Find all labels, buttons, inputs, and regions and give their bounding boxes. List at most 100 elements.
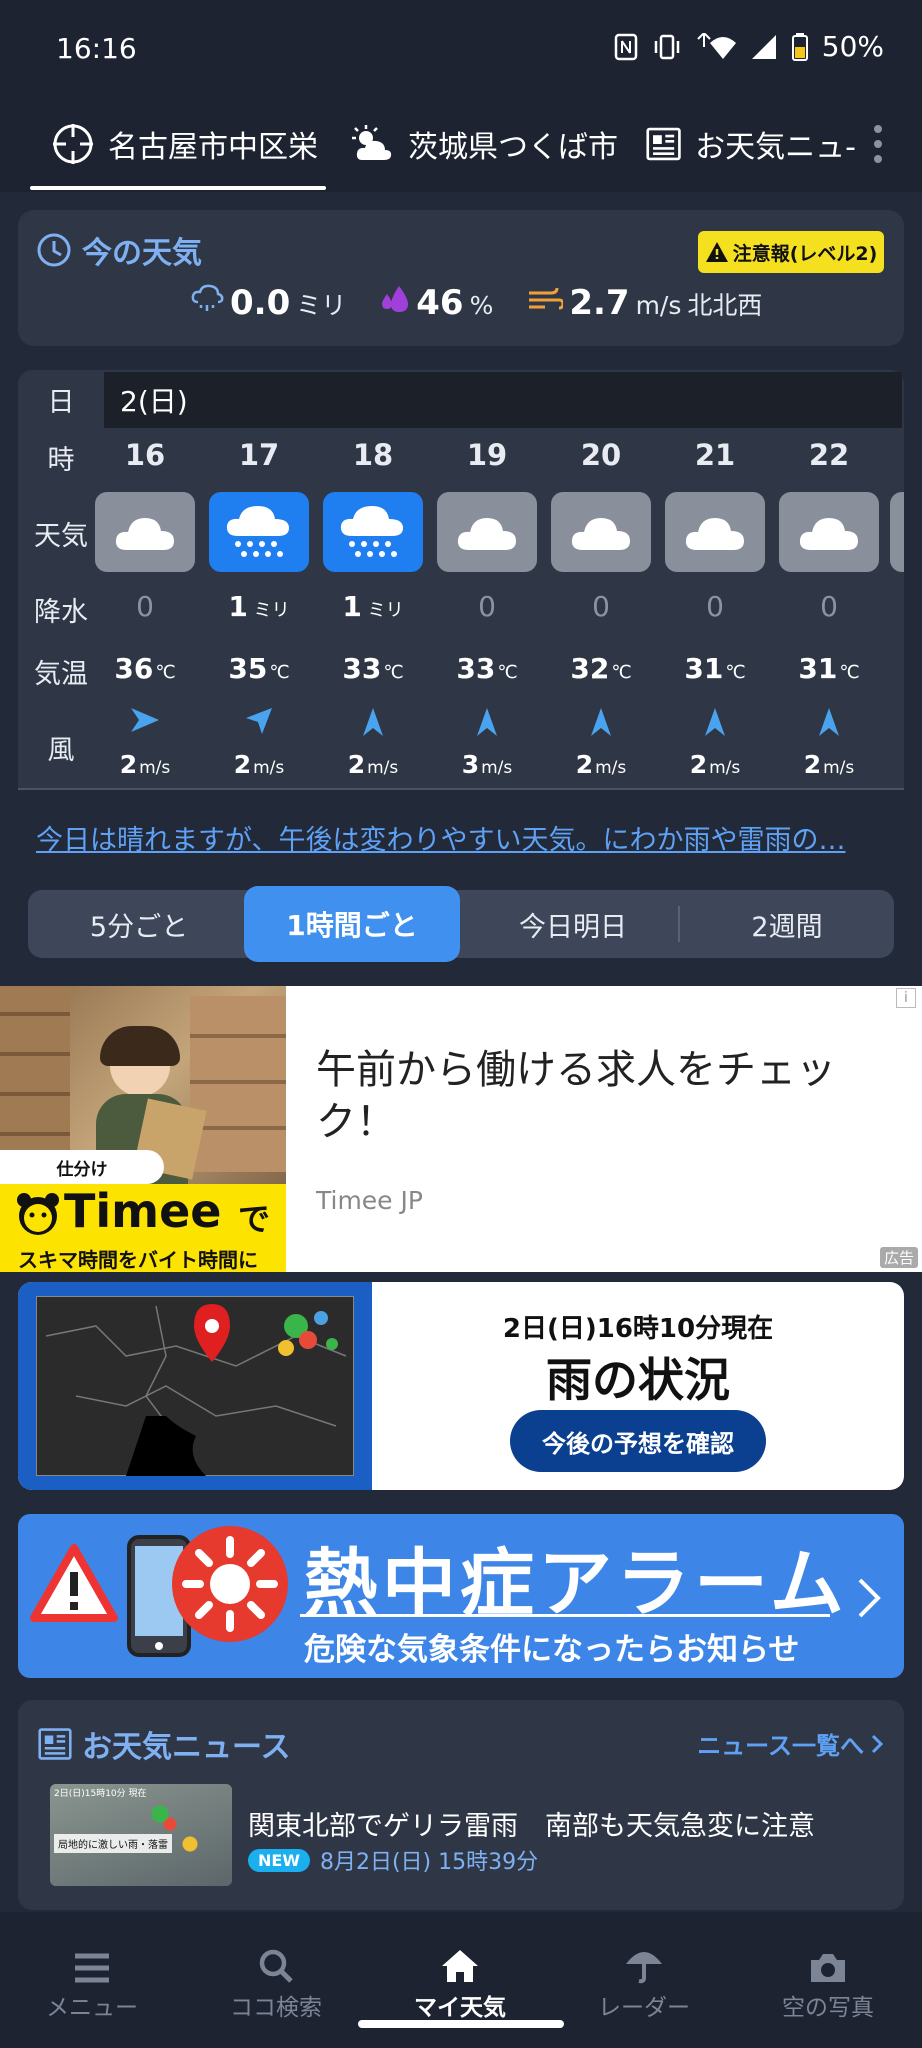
ad-image: 仕分け Timee で スキマ時間をバイト時間に xyxy=(0,986,286,1272)
segment-2weeks[interactable]: 2週間 xyxy=(680,890,894,958)
temp-value: 33 xyxy=(342,652,382,685)
ad-title: 午前から働ける求人をチェック！ xyxy=(316,1047,836,1145)
temp-value: 36 xyxy=(114,652,154,685)
humidity-value: 46 xyxy=(416,282,464,323)
temp-unit: ℃ xyxy=(497,662,518,683)
wind-value: 2.7 xyxy=(569,282,630,323)
hour-label: 17 xyxy=(202,438,316,472)
precip-value: 0 xyxy=(820,590,838,623)
wind-speed-cell: 2 m/s xyxy=(88,750,202,779)
cloudy-weather-icon[interactable] xyxy=(437,492,537,572)
temp-value: 32 xyxy=(570,652,610,685)
tab-label: 名古屋市中区栄 xyxy=(108,130,318,165)
temp-cell: 31 ℃ xyxy=(658,652,772,685)
wind-speed-value: 2 xyxy=(689,750,708,779)
wind-arrow-north-icon xyxy=(475,708,499,742)
ad-tagline: スキマ時間をバイト時間に xyxy=(18,1248,258,1272)
tab-nagoya[interactable]: 名古屋市中区栄 xyxy=(52,96,318,192)
precip-unit: ミリ xyxy=(361,600,404,621)
wind-direction-cell xyxy=(544,706,658,742)
temp-value: 31 xyxy=(798,652,838,685)
ad-source: Timee JP xyxy=(316,1186,423,1215)
precip-cell: 1 ミリ xyxy=(316,590,430,623)
rain-weather-icon[interactable] xyxy=(323,492,423,572)
ad-banner[interactable]: 仕分け Timee で スキマ時間をバイト時間に 午前から働ける求人をチェック！… xyxy=(0,986,922,1272)
news-title: お天気ニュース xyxy=(82,1730,291,1765)
wind-arrow-east-icon xyxy=(129,708,161,738)
heatstroke-alarm-banner[interactable]: 熱中症アラーム 危険な気象条件になったらお知らせ xyxy=(18,1514,904,1678)
hour-label: 21 xyxy=(658,438,772,472)
active-tab-indicator xyxy=(30,186,326,190)
cloudy-weather-icon[interactable] xyxy=(95,492,195,572)
hour-label: 16 xyxy=(88,438,202,472)
wind-speed-value: 2 xyxy=(233,750,252,779)
nav-my-weather[interactable]: マイ天気 xyxy=(368,1912,552,2022)
current-wind: 2.7 m/s 北北西 xyxy=(527,283,762,323)
wind-direction-cell xyxy=(658,706,772,742)
new-badge: NEW xyxy=(248,1848,310,1872)
rain-radar-map xyxy=(36,1296,354,1476)
warning-icon xyxy=(705,242,728,262)
news-more-link[interactable]: ニュース一覧へ xyxy=(697,1726,884,1761)
precip-value: 0 xyxy=(592,590,610,623)
nav-menu[interactable]: メニュー xyxy=(0,1912,184,2022)
news-headline[interactable]: 関東北部でゲリラ雷雨 南部も天気急変に注意 xyxy=(248,1804,888,1843)
nav-radar[interactable]: レーダー xyxy=(552,1912,736,2022)
wind-speed-unit: m/s xyxy=(595,758,627,778)
cloudy-weather-icon[interactable] xyxy=(551,492,651,572)
rain-map-panel xyxy=(18,1282,372,1490)
rain-weather-icon[interactable] xyxy=(209,492,309,572)
camera-icon xyxy=(811,1954,845,1982)
partly-cloudy-icon xyxy=(352,125,392,160)
heat-subtitle: 危険な気象条件になったらお知らせ xyxy=(304,1632,800,1668)
temp-cell: 32 ℃ xyxy=(544,652,658,685)
nav-search[interactable]: ココ検索 xyxy=(184,1912,368,2022)
nav-label: メニュー xyxy=(46,1995,138,2021)
rain-status-card[interactable]: 2日(日)16時10分現在 雨の状況 今後の予想を確認 xyxy=(18,1282,904,1490)
segment-1hour[interactable]: 1時間ごと xyxy=(244,886,460,962)
status-icons: 50% xyxy=(614,30,884,63)
precip-unit: ミリ xyxy=(296,291,347,320)
cloudy-weather-icon[interactable] xyxy=(665,492,765,572)
status-bar: 16:16 50% xyxy=(0,0,922,96)
nfc-icon xyxy=(614,33,638,60)
wind-arrow-north-icon xyxy=(361,708,385,742)
ad-brand: Timee xyxy=(64,1184,222,1238)
heat-divider xyxy=(300,1614,830,1617)
wind-speed-unit: m/s xyxy=(823,758,855,778)
hour-label: 20 xyxy=(544,438,658,472)
alert-badge[interactable]: 注意報(レベル2) xyxy=(698,231,884,273)
temp-unit: ℃ xyxy=(725,662,746,683)
segment-5min[interactable]: 5分ごと xyxy=(28,890,250,958)
forecast-check-button[interactable]: 今後の予想を確認 xyxy=(510,1410,766,1472)
hour-value: 21 xyxy=(694,438,736,472)
wind-direction-cell xyxy=(772,706,886,742)
ad-tag: 仕分け xyxy=(0,1150,164,1184)
precip-unit: ミリ xyxy=(247,600,290,621)
rain-title: 雨の状況 xyxy=(546,1353,730,1407)
wifi-icon xyxy=(697,32,736,59)
temp-unit: ℃ xyxy=(839,662,860,683)
temp-cell: 35 ℃ xyxy=(202,652,316,685)
umbrella-icon xyxy=(626,1952,662,1984)
hour-value: 17 xyxy=(238,438,280,472)
hour-value: 20 xyxy=(580,438,622,472)
segment-today-tomorrow[interactable]: 今日明日 xyxy=(466,890,680,958)
cloudy-weather-icon[interactable] xyxy=(779,492,879,572)
news-thumbnail[interactable]: 2日(日)15時10分 現在 局地的に激しい雨・落雷 xyxy=(50,1784,232,1886)
overflow-menu-icon[interactable] xyxy=(872,124,884,164)
search-icon xyxy=(259,1949,293,1983)
temp-cell: 33 ℃ xyxy=(430,652,544,685)
tab-tsukuba[interactable]: 茨城県つくば市 xyxy=(350,96,618,192)
hour-label: 22 xyxy=(772,438,886,472)
ad-info-icon[interactable]: i xyxy=(896,988,916,1008)
nav-sky-photo[interactable]: 空の写真 xyxy=(736,1912,920,2022)
current-precip: 0.0 ミリ xyxy=(190,282,346,323)
chevron-right-icon xyxy=(871,1734,884,1753)
forecast-summary-link[interactable]: 今日は晴れますが、午後は変わりやすい天気。にわか雨や雷雨の… xyxy=(36,818,886,857)
precip-value: 0 xyxy=(136,590,154,623)
wind-speed-unit: m/s xyxy=(253,758,285,778)
tab-news[interactable]: お天気ニュ‐ xyxy=(646,96,856,192)
location-tabs: 名古屋市中区栄 茨城県つくば市 お天気ニュ‐ xyxy=(0,96,922,192)
hour-label: 19 xyxy=(430,438,544,472)
